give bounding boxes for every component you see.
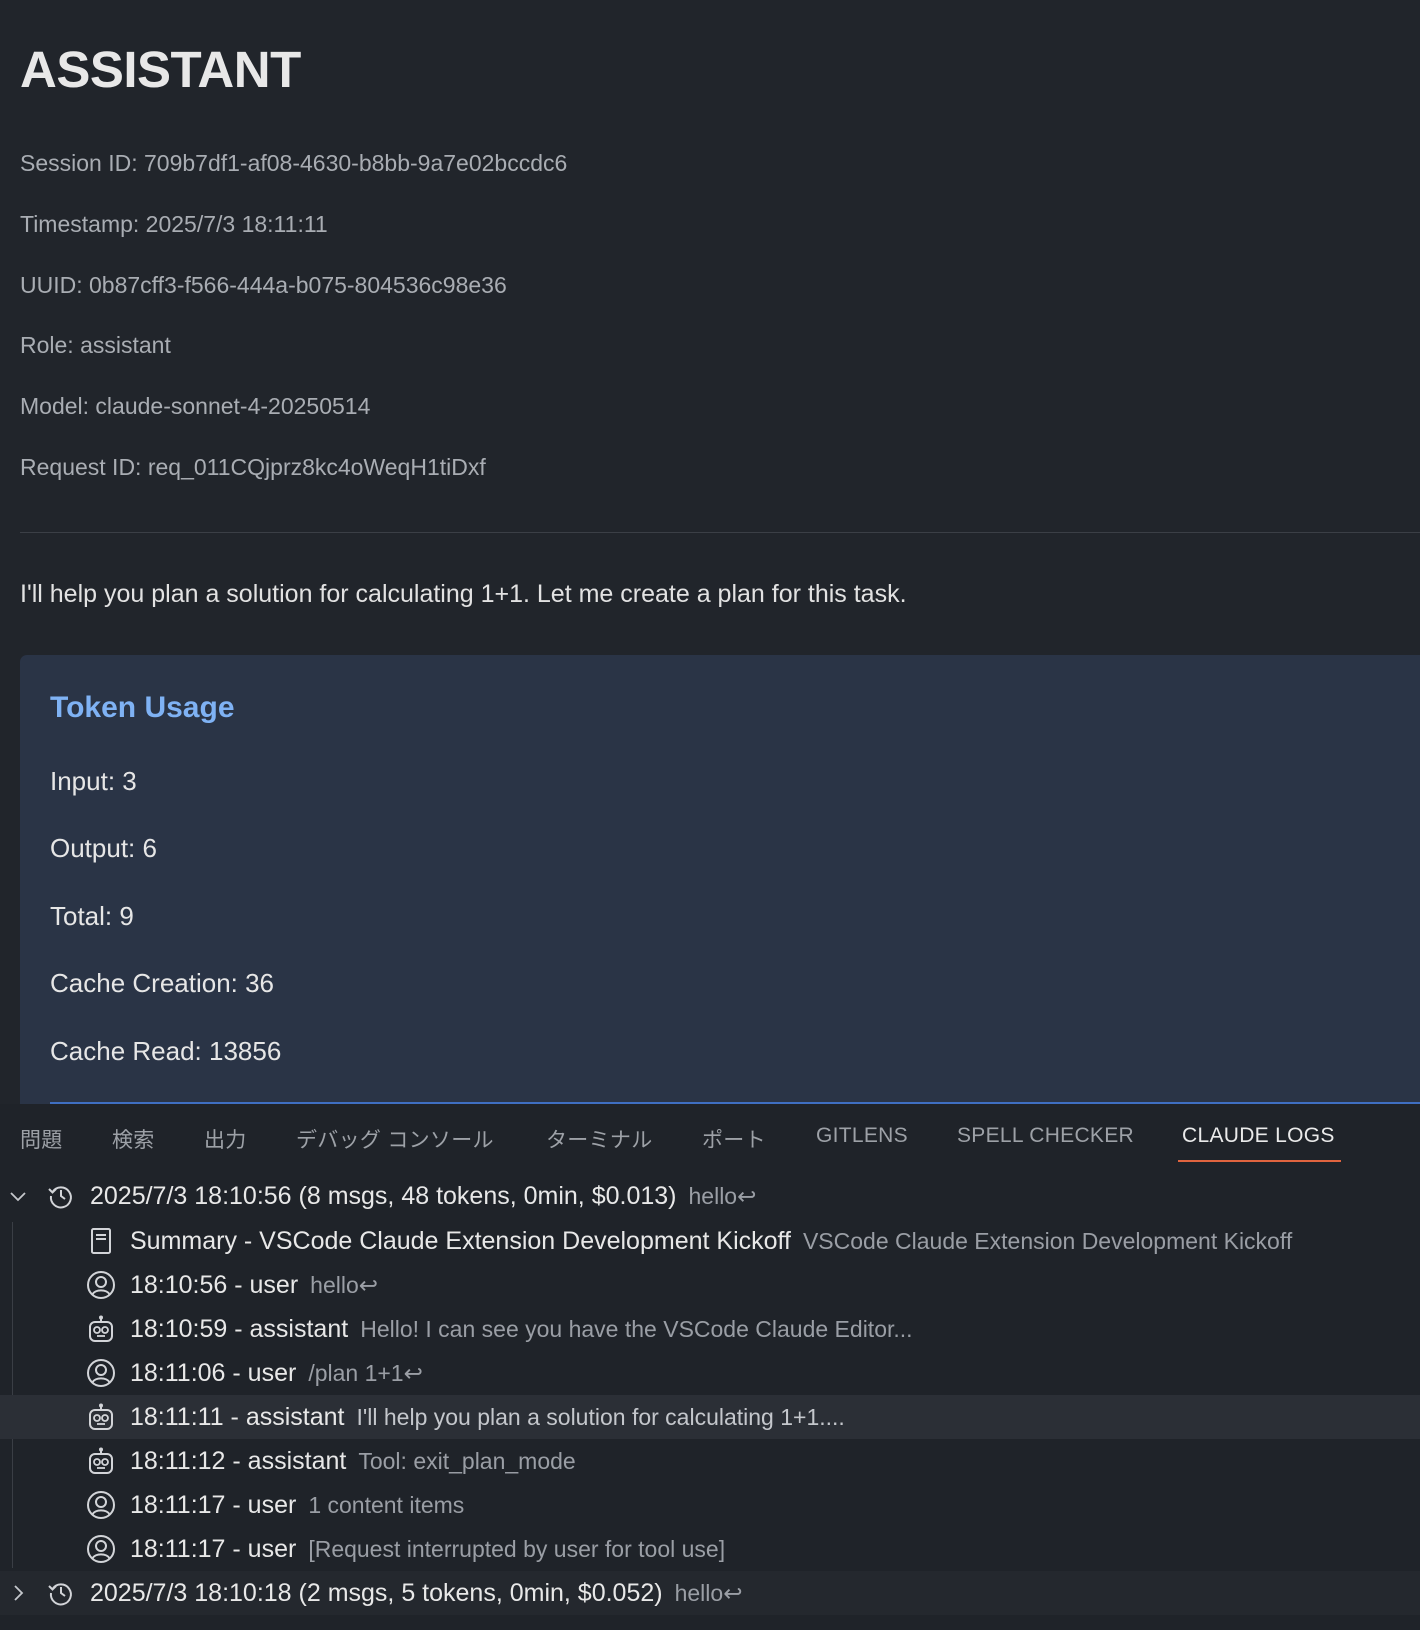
token-output: Output: 6 bbox=[50, 833, 157, 863]
session-preview: hello↩ bbox=[674, 1579, 743, 1606]
chevron-down-icon[interactable] bbox=[8, 1186, 28, 1206]
user-icon bbox=[86, 1270, 116, 1300]
token-cache-read: Cache Read: 13856 bbox=[50, 1036, 282, 1066]
entry-detail: 1 content items bbox=[308, 1491, 465, 1518]
entry-detail: /plan 1+1↩ bbox=[308, 1359, 423, 1386]
robot-icon bbox=[86, 1446, 116, 1476]
log-entry-content: 18:11:12 - assistant Tool: exit_plan_mode bbox=[130, 1447, 576, 1476]
tab-search[interactable]: 検索 bbox=[112, 1124, 155, 1154]
history-icon bbox=[46, 1181, 76, 1211]
history-icon bbox=[46, 1578, 76, 1608]
entry-label: 18:10:56 - user bbox=[130, 1270, 299, 1299]
log-entry-content: 18:10:56 - user hello↩ bbox=[130, 1271, 378, 1300]
token-usage-heading: Token Usage bbox=[50, 691, 235, 724]
active-tab-indicator bbox=[1178, 1160, 1341, 1162]
log-entry-assistant-selected[interactable]: 18:11:11 - assistant I'll help you plan a… bbox=[0, 1395, 1420, 1439]
user-icon bbox=[86, 1490, 116, 1520]
tab-spell-checker[interactable]: SPELL CHECKER bbox=[957, 1124, 1134, 1148]
tab-problems[interactable]: 問題 bbox=[20, 1124, 63, 1154]
tab-output[interactable]: 出力 bbox=[204, 1124, 247, 1154]
session-preview: hello↩ bbox=[688, 1182, 757, 1209]
token-total: Total: 9 bbox=[50, 901, 134, 931]
page-title: ASSISTANT bbox=[20, 41, 301, 98]
log-entry-assistant[interactable]: 18:10:59 - assistant Hello! I can see you… bbox=[0, 1307, 1420, 1351]
log-entry-content: 18:11:11 - assistant I'll help you plan a… bbox=[130, 1403, 845, 1432]
entry-label: Summary - VSCode Claude Extension Develo… bbox=[130, 1226, 791, 1255]
session-label-2: 2025/7/3 18:10:18 (2 msgs, 5 tokens, 0mi… bbox=[90, 1579, 742, 1608]
entry-detail: hello↩ bbox=[310, 1271, 379, 1298]
robot-icon bbox=[86, 1314, 116, 1344]
chevron-right-icon[interactable] bbox=[8, 1583, 28, 1603]
entry-detail: Tool: exit_plan_mode bbox=[358, 1447, 576, 1474]
model-text: Model: claude-sonnet-4-20250514 bbox=[20, 393, 371, 419]
log-entry-content: 18:10:59 - assistant Hello! I can see you… bbox=[130, 1315, 913, 1344]
session-title: 2025/7/3 18:10:18 (2 msgs, 5 tokens, 0mi… bbox=[90, 1578, 663, 1607]
entry-detail: [Request interrupted by user for tool us… bbox=[308, 1535, 726, 1562]
entry-label: 18:11:06 - user bbox=[130, 1358, 297, 1387]
token-input: Input: 3 bbox=[50, 766, 137, 796]
tab-claude-logs[interactable]: CLAUDE LOGS bbox=[1182, 1124, 1335, 1148]
log-entry-content: 18:11:17 - user 1 content items bbox=[130, 1491, 464, 1520]
token-cache-creation: Cache Creation: 36 bbox=[50, 968, 275, 998]
timestamp-text: Timestamp: 2025/7/3 18:11:11 bbox=[20, 211, 328, 237]
summary-icon bbox=[86, 1226, 116, 1256]
entry-detail: VSCode Claude Extension Development Kick… bbox=[802, 1227, 1293, 1254]
log-entry-assistant[interactable]: 18:11:12 - assistant Tool: exit_plan_mode bbox=[0, 1439, 1420, 1483]
entry-detail: I'll help you plan a solution for calcul… bbox=[356, 1403, 845, 1430]
entry-label: 18:11:12 - assistant bbox=[130, 1446, 347, 1475]
tab-gitlens[interactable]: GITLENS bbox=[816, 1124, 908, 1148]
entry-detail: Hello! I can see you have the VSCode Cla… bbox=[360, 1315, 913, 1342]
message-text: I'll help you plan a solution for calcul… bbox=[20, 580, 907, 608]
log-entry-user[interactable]: 18:10:56 - user hello↩ bbox=[0, 1263, 1420, 1307]
request-id-text: Request ID: req_011CQjprz8kc4oWeqH1tiDxf bbox=[20, 454, 486, 480]
entry-label: 18:11:17 - user bbox=[130, 1534, 297, 1563]
uuid-text: UUID: 0b87cff3-f566-444a-b075-804536c98e… bbox=[20, 272, 507, 298]
session-group-1[interactable]: 2025/7/3 18:10:56 (8 msgs, 48 tokens, 0m… bbox=[0, 1174, 1420, 1218]
log-entry-content: Summary - VSCode Claude Extension Develo… bbox=[130, 1227, 1292, 1256]
user-icon bbox=[86, 1534, 116, 1564]
entry-label: 18:11:11 - assistant bbox=[130, 1402, 345, 1431]
log-entry-summary[interactable]: Summary - VSCode Claude Extension Develo… bbox=[0, 1219, 1420, 1263]
tab-debug-console[interactable]: デバッグ コンソール bbox=[296, 1124, 494, 1154]
divider bbox=[20, 532, 1420, 533]
session-title: 2025/7/3 18:10:56 (8 msgs, 48 tokens, 0m… bbox=[90, 1181, 677, 1210]
robot-icon bbox=[86, 1402, 116, 1432]
log-entry-content: 18:11:17 - user [Request interrupted by u… bbox=[130, 1535, 725, 1564]
session-label-1: 2025/7/3 18:10:56 (8 msgs, 48 tokens, 0m… bbox=[90, 1182, 756, 1211]
tab-ports[interactable]: ポート bbox=[702, 1124, 766, 1154]
role-text: Role: assistant bbox=[20, 332, 171, 358]
session-group-2[interactable]: 2025/7/3 18:10:18 (2 msgs, 5 tokens, 0mi… bbox=[0, 1571, 1420, 1615]
entry-label: 18:10:59 - assistant bbox=[130, 1314, 349, 1343]
panel-tabs: 問題 検索 出力 デバッグ コンソール ターミナル ポート GITLENS SP… bbox=[0, 1104, 1420, 1172]
log-entry-user[interactable]: 18:11:17 - user 1 content items bbox=[0, 1483, 1420, 1527]
log-entry-user[interactable]: 18:11:17 - user [Request interrupted by u… bbox=[0, 1527, 1420, 1571]
token-usage-card: Token Usage Input: 3 Output: 6 Total: 9 … bbox=[20, 655, 1420, 1104]
log-detail-webview: ASSISTANT Session ID: 709b7df1-af08-4630… bbox=[0, 0, 1420, 1104]
entry-label: 18:11:17 - user bbox=[130, 1490, 297, 1519]
session-id-text: Session ID: 709b7df1-af08-4630-b8bb-9a7e… bbox=[20, 150, 568, 176]
log-entry-content: 18:11:06 - user/plan 1+1↩ bbox=[130, 1359, 423, 1388]
tab-terminal[interactable]: ターミナル bbox=[546, 1124, 653, 1154]
user-icon bbox=[86, 1358, 116, 1388]
log-entry-user[interactable]: 18:11:06 - user/plan 1+1↩ bbox=[0, 1351, 1420, 1395]
